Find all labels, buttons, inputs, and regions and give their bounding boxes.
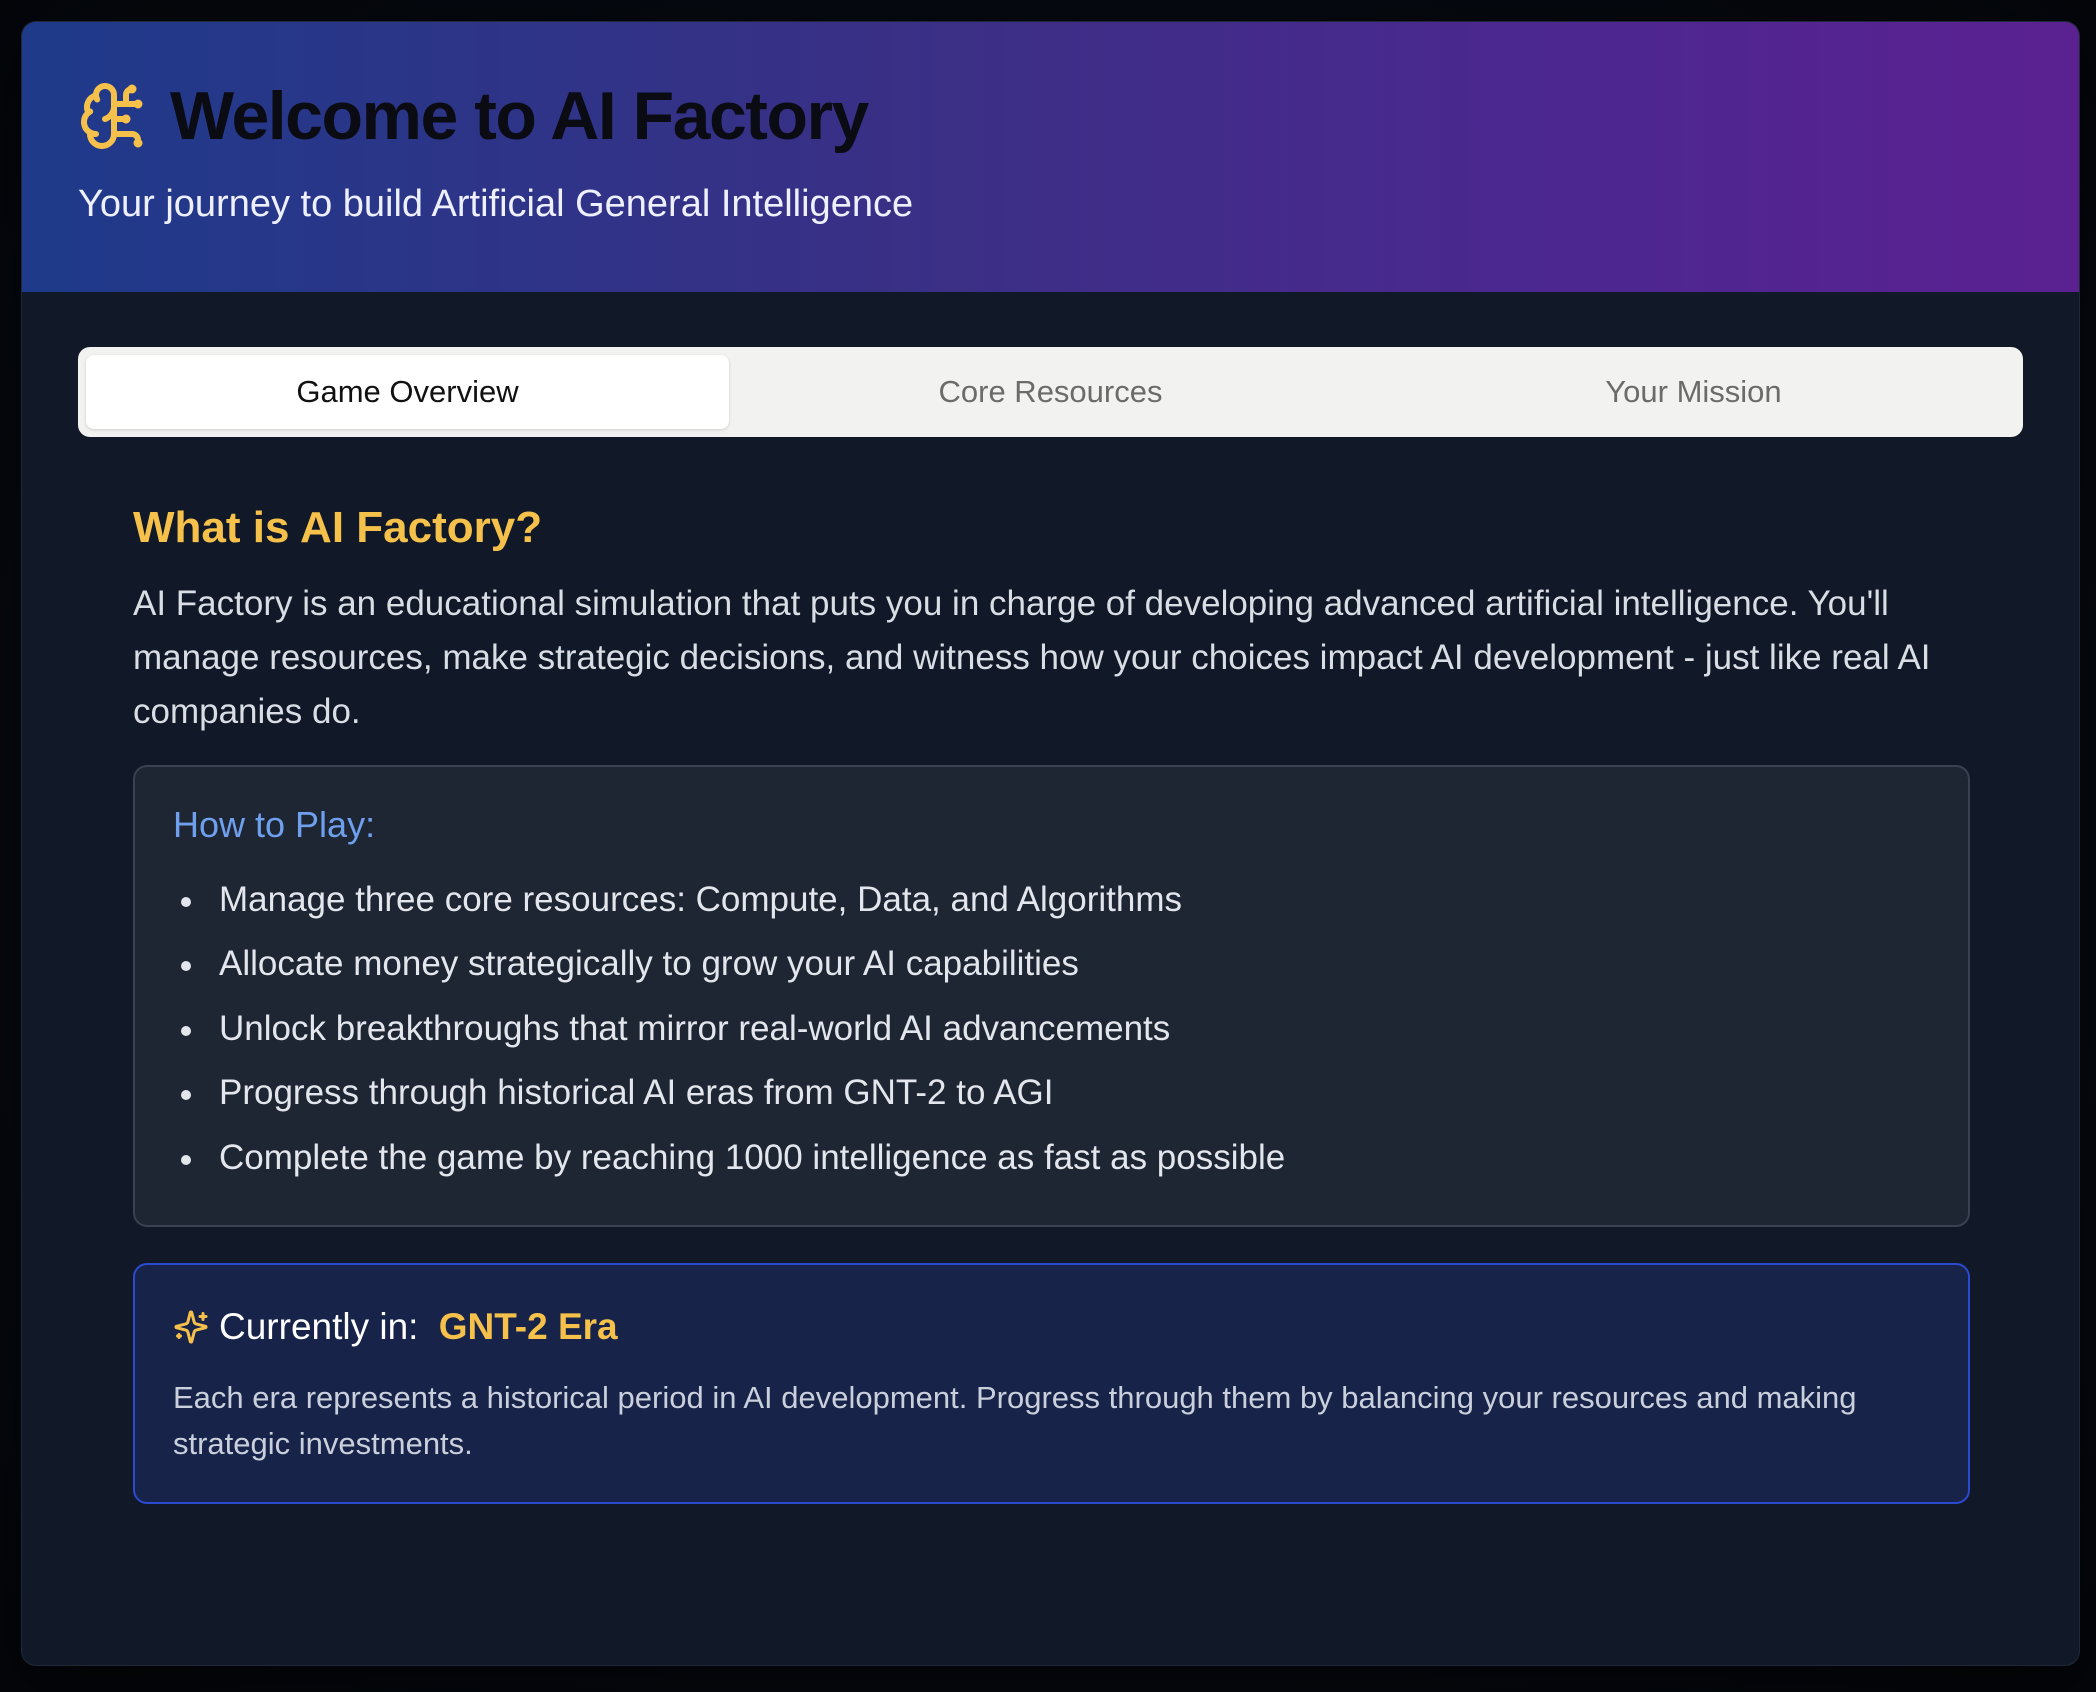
list-item: Unlock breakthroughs that mirror real-wo… <box>173 997 1930 1062</box>
list-item: Progress through historical AI eras from… <box>173 1061 1930 1126</box>
title-row: Welcome to AI Factory <box>78 78 869 154</box>
tab-panel-game-overview: What is AI Factory? AI Factory is an edu… <box>133 502 1970 1504</box>
welcome-dialog: Welcome to AI Factory Your journey to bu… <box>22 22 2079 1665</box>
tab-bar: Game Overview Core Resources Your Missio… <box>78 347 2023 437</box>
tab-game-overview[interactable]: Game Overview <box>86 355 729 429</box>
how-to-play-card: How to Play: Manage three core resources… <box>133 764 1970 1227</box>
tab-core-resources[interactable]: Core Resources <box>729 355 1372 429</box>
current-era-description: Each era represents a historical period … <box>173 1380 1857 1462</box>
current-era-label: Currently in: <box>219 1305 429 1347</box>
brain-icon <box>78 80 150 152</box>
list-item: Allocate money strategically to grow you… <box>173 932 1930 997</box>
dialog-title: Welcome to AI Factory <box>170 78 869 154</box>
current-era-card: Currently in: GNT-2 Era Each era represe… <box>133 1262 1970 1504</box>
how-to-play-title: How to Play: <box>173 803 376 845</box>
current-era-title: Currently in: GNT-2 Era <box>173 1305 1930 1349</box>
how-to-play-list: Manage three core resources: Compute, Da… <box>173 868 1930 1191</box>
sparkles-icon <box>173 1309 209 1345</box>
intro-paragraph: AI Factory is an educational simulation … <box>133 583 1931 731</box>
section-heading: What is AI Factory? <box>133 503 543 552</box>
dialog-header: Welcome to AI Factory Your journey to bu… <box>22 22 2079 292</box>
list-item: Complete the game by reaching 1000 intel… <box>173 1126 1930 1191</box>
tab-your-mission[interactable]: Your Mission <box>1372 355 2015 429</box>
list-item: Manage three core resources: Compute, Da… <box>173 868 1930 933</box>
current-era-name: GNT-2 Era <box>438 1305 618 1347</box>
dialog-subtitle: Your journey to build Artificial General… <box>78 183 914 225</box>
